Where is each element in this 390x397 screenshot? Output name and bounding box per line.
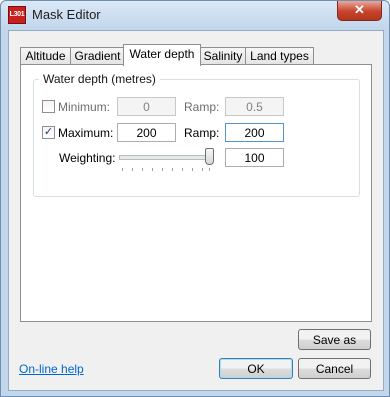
slider-tick [132,168,133,171]
maximum-ramp-input[interactable]: 200 [225,123,284,142]
dialog-client-area: Altitude Gradient Water depth Salinity L… [8,30,384,391]
mask-editor-window: L301 Mask Editor ✕ Altitude Gradient Wat… [0,0,390,397]
minimum-label: Minimum: [58,100,111,114]
slider-tick [202,168,203,171]
ok-button[interactable]: OK [219,358,293,379]
online-help-link[interactable]: On-line help [19,362,84,376]
slider-tick [142,168,143,171]
minimum-ramp-label: Ramp: [184,100,220,114]
slider-tick [172,168,173,171]
slider-tick [122,168,123,171]
minimum-ramp-input[interactable]: 0.5 [225,97,284,116]
slider-tick [162,168,163,171]
water-depth-group: Water depth (metres) Minimum: 0 Ramp: 0.… [33,72,360,197]
tab-gradient[interactable]: Gradient [70,47,125,65]
close-button[interactable]: ✕ [337,1,382,21]
weighting-input[interactable]: 100 [225,148,284,167]
minimum-checkbox[interactable] [42,100,55,113]
water-depth-panel: Water depth (metres) Minimum: 0 Ramp: 0.… [20,64,372,322]
maximum-ramp-label: Ramp: [184,126,220,140]
app-icon: L301 [8,6,26,24]
title-bar[interactable]: L301 Mask Editor ✕ [1,1,389,29]
maximum-checkbox[interactable]: ✓ [42,126,55,139]
maximum-label: Maximum: [58,126,114,140]
maximum-input[interactable]: 200 [117,123,176,142]
tab-salinity[interactable]: Salinity [200,47,246,65]
tab-water-depth[interactable]: Water depth [123,44,201,66]
weighting-slider-thumb[interactable] [205,148,214,165]
tab-land-types[interactable]: Land types [245,47,314,65]
group-title: Water depth (metres) [39,72,160,86]
slider-tick [192,168,193,171]
slider-tick [182,168,183,171]
cancel-button[interactable]: Cancel [298,358,371,379]
weighting-slider-track[interactable] [119,155,213,160]
minimum-input[interactable]: 0 [117,97,176,116]
slider-tick [152,168,153,171]
slider-tick [209,168,210,171]
check-icon: ✓ [43,126,54,138]
save-as-button[interactable]: Save as [298,329,371,350]
weighting-label: Weighting: [59,151,116,165]
tab-altitude[interactable]: Altitude [20,47,71,65]
close-icon: ✕ [354,2,365,17]
window-title: Mask Editor [32,7,101,22]
